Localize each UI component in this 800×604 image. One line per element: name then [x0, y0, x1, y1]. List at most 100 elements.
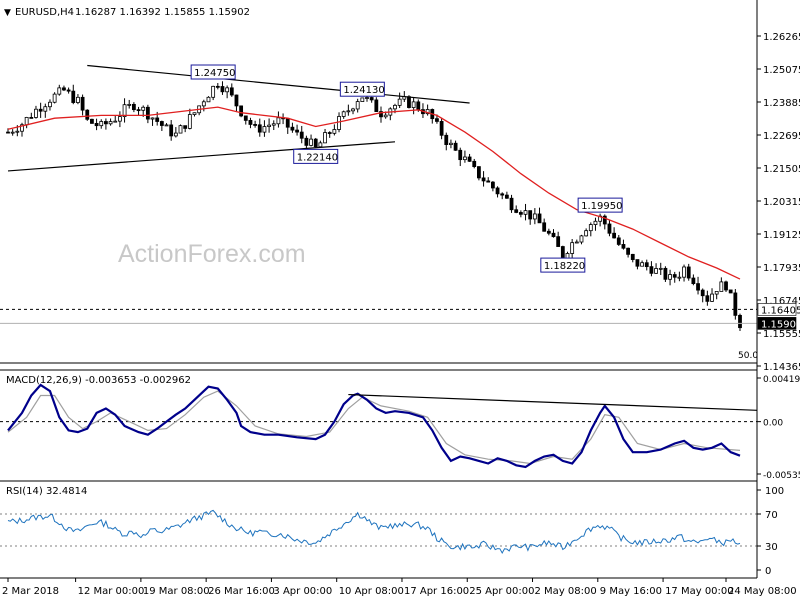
price-tick-label: 1.22695: [763, 131, 800, 142]
candle: [262, 120, 267, 137]
candle-body: [48, 101, 52, 108]
candle: [187, 108, 192, 130]
candle-body: [621, 244, 626, 249]
candle-body: [523, 210, 528, 215]
candle-body: [239, 105, 244, 117]
candle: [570, 238, 575, 261]
candle: [551, 229, 556, 238]
candle: [449, 139, 453, 149]
candle: [537, 207, 542, 224]
candle-body: [407, 96, 411, 108]
candle: [43, 103, 48, 118]
price-tag-label: 1.16405: [761, 305, 800, 316]
candle-body: [201, 101, 206, 107]
candle: [80, 94, 85, 116]
candle: [206, 96, 211, 103]
rsi-pane: RSI(14) 32.4814: [0, 486, 757, 555]
symbol-arrow-icon[interactable]: ▼: [4, 8, 11, 18]
candle-body: [34, 108, 38, 118]
candle: [528, 210, 533, 225]
candle-body: [435, 118, 439, 122]
candle: [281, 113, 285, 125]
candle: [509, 194, 514, 213]
annotation-label: 1.22140: [297, 152, 338, 163]
candle: [486, 177, 491, 183]
candle-body: [341, 111, 346, 117]
candle: [239, 105, 244, 118]
candle-body: [612, 232, 617, 239]
candle: [654, 263, 658, 274]
candle: [131, 102, 136, 113]
candle-body: [635, 259, 640, 267]
candle-body: [537, 213, 542, 224]
candle-body: [654, 268, 658, 274]
candle: [542, 218, 547, 232]
candle-body: [215, 85, 220, 88]
candle: [649, 261, 654, 277]
candle-body: [691, 277, 696, 285]
rsi-line: [7, 509, 741, 555]
candle: [267, 118, 271, 133]
candle-body: [206, 96, 211, 103]
candle-body: [532, 213, 537, 220]
candle: [295, 124, 299, 136]
candle-body: [178, 125, 183, 134]
candle: [327, 131, 332, 138]
candle: [607, 219, 612, 237]
price-annotation: 1.24750: [190, 64, 236, 80]
candle-body: [351, 108, 355, 112]
candle-body: [397, 98, 402, 106]
candle-body: [365, 97, 369, 99]
candle-body: [593, 220, 598, 225]
candle: [686, 263, 691, 281]
candle: [481, 171, 486, 187]
candle-body: [616, 237, 621, 245]
candle: [215, 83, 220, 90]
candle-body: [141, 106, 146, 111]
candle: [309, 134, 313, 147]
candle-body: [481, 177, 486, 182]
candle: [164, 123, 169, 127]
candle-body: [542, 222, 547, 232]
price-annotation: 1.18220: [540, 257, 586, 273]
candle: [173, 127, 178, 138]
candle-body: [327, 132, 332, 134]
candle-body: [29, 117, 34, 119]
candle: [490, 181, 495, 192]
rsi-tick-label: 70: [765, 510, 778, 521]
candle: [500, 192, 505, 200]
price-tick-label: 1.14365: [763, 362, 800, 373]
candle: [197, 105, 202, 116]
candle: [38, 102, 43, 118]
candle-body: [62, 87, 66, 91]
candle-body: [500, 193, 505, 196]
watermark: ActionForex.com: [118, 240, 306, 268]
candle-body: [52, 93, 57, 103]
candle: [626, 247, 631, 258]
candle: [728, 289, 733, 294]
candle: [612, 227, 617, 239]
candle: [48, 99, 52, 111]
candle-body: [714, 291, 719, 295]
candle-body: [360, 97, 365, 102]
candle-body: [686, 266, 691, 279]
candle-body: [108, 121, 113, 125]
candle: [332, 124, 337, 136]
rsi-tick-label: 30: [765, 542, 778, 553]
candle: [616, 234, 621, 246]
ohlc-label: 1.16287 1.16392 1.15855 1.15902: [75, 7, 250, 18]
candle-body: [15, 130, 20, 133]
candle: [672, 271, 677, 283]
trendline: [87, 64, 470, 104]
candle-body: [271, 123, 276, 126]
candle: [29, 112, 34, 119]
candle-body: [164, 124, 169, 127]
candle: [127, 99, 132, 109]
candle: [253, 120, 258, 128]
annotation-label: 1.24750: [194, 68, 235, 79]
candle: [234, 94, 239, 113]
symbol-label: EURUSD,H4: [15, 7, 74, 18]
candle-body: [66, 89, 71, 92]
candle-body: [640, 262, 644, 267]
candle: [630, 253, 635, 263]
